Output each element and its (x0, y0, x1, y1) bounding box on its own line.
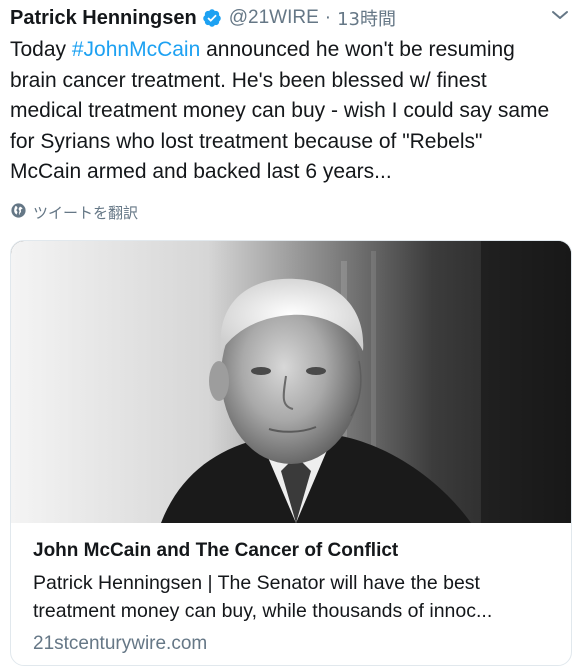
tweet-text-line: brain cancer treatment. He's been blesse… (10, 68, 487, 92)
translate-label: ツイートを翻訳 (33, 203, 139, 222)
globe-icon (10, 202, 33, 223)
card-description: Patrick Henningsen | The Senator will ha… (33, 569, 559, 625)
card-text: John McCain and The Cancer of Conflict P… (33, 538, 559, 657)
tweet-header: Patrick Henningsen @21WIRE · 13時間 (10, 4, 577, 32)
card-domain: 21stcenturywire.com (33, 633, 208, 654)
separator-dot: · (324, 7, 332, 28)
chevron-down-icon[interactable] (551, 8, 569, 22)
tweet: Patrick Henningsen @21WIRE · 13時間 Today … (0, 0, 577, 666)
card-description-line: treatment money can buy, while thousands… (33, 600, 493, 622)
tweet-text: Today #JohnMcCain announced he won't be … (10, 35, 570, 188)
card-title: John McCain and The Cancer of Conflict (33, 540, 399, 561)
verified-badge-icon (202, 8, 222, 28)
tweet-text-line: Today #JohnMcCain announced he won't be … (10, 38, 515, 61)
author-handle[interactable]: @21WIRE (229, 7, 319, 29)
hashtag-link[interactable]: #JohnMcCain (72, 38, 200, 61)
card-image[interactable] (11, 241, 571, 523)
translate-tweet-link[interactable]: ツイートを翻訳 (10, 201, 138, 223)
timestamp[interactable]: 13時間 (337, 5, 396, 31)
card-description-line: Patrick Henningsen | The Senator will ha… (33, 572, 480, 594)
tweet-text-line: for Syrians who lost treatment because o… (10, 129, 483, 153)
tweet-text-line: McCain armed and backed last 6 years... (10, 160, 392, 183)
tweet-text-line: medical treatment money can buy - wish I… (10, 99, 550, 122)
link-card[interactable]: John McCain and The Cancer of Conflict P… (10, 240, 572, 666)
author-name[interactable]: Patrick Henningsen (10, 7, 197, 30)
